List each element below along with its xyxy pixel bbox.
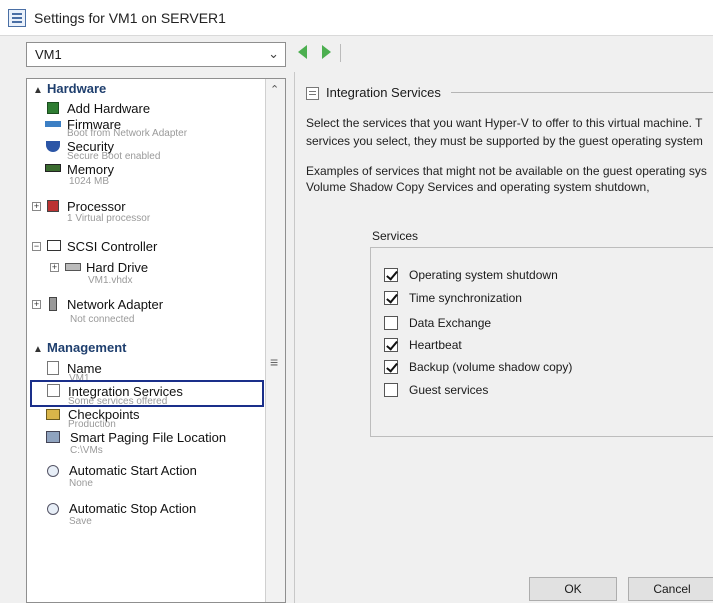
processor-icon <box>47 200 59 212</box>
expand-icon[interactable]: + <box>50 263 59 272</box>
integration-services-icon <box>306 87 319 100</box>
hard-drive-icon <box>65 263 81 271</box>
checkbox[interactable] <box>384 316 398 330</box>
tree-scrollbar[interactable]: ⌃ ≡ <box>265 79 285 602</box>
examples-line-2: Volume Shadow Copy Services and operatin… <box>306 180 650 194</box>
shield-icon <box>46 141 60 152</box>
vm-selector-value: VM1 <box>35 47 62 62</box>
checkpoints-icon <box>46 409 60 420</box>
collapse-icon: ▲ <box>33 85 43 96</box>
chevron-down-icon: ⌄ <box>268 46 279 61</box>
checkbox[interactable] <box>384 338 398 352</box>
settings-tree: ▲ Hardware Add Hardware Firmware Boot fro… <box>26 78 286 603</box>
name-icon <box>47 361 59 375</box>
vm-selector-dropdown[interactable]: VM1 ⌄ <box>26 42 286 67</box>
back-arrow-icon[interactable] <box>298 45 307 59</box>
smart-paging-icon <box>46 431 60 443</box>
forward-arrow-icon[interactable] <box>322 45 331 59</box>
description-line-2: services you select, they must be suppor… <box>306 134 703 148</box>
automatic-stop-icon <box>47 503 59 515</box>
window-title: Settings for VM1 on SERVER1 <box>34 10 226 26</box>
scsi-controller-icon <box>47 240 61 251</box>
checkbox[interactable] <box>384 268 398 282</box>
title-bar: Settings for VM1 on SERVER1 <box>0 0 713 36</box>
collapse-icon[interactable]: − <box>32 242 41 251</box>
description-line-1: Select the services that you want Hyper-… <box>306 116 703 130</box>
automatic-start-icon <box>47 465 59 477</box>
integration-services-pane: Integration Services Select the services… <box>294 72 713 603</box>
checkbox[interactable] <box>384 360 398 374</box>
ok-button[interactable]: OK <box>529 577 617 601</box>
expand-icon[interactable]: + <box>32 300 41 309</box>
expand-icon[interactable]: + <box>32 202 41 211</box>
checkbox[interactable] <box>384 383 398 397</box>
network-adapter-icon <box>49 297 57 311</box>
add-hardware-icon <box>47 102 59 114</box>
toolbar-divider <box>340 44 341 62</box>
memory-icon <box>45 164 61 172</box>
cancel-button[interactable]: Cancel <box>628 577 713 601</box>
scroll-up-icon[interactable]: ⌃ <box>270 83 279 96</box>
hardware-section-header[interactable]: ▲ Hardware <box>33 81 106 96</box>
header-divider <box>451 92 713 93</box>
settings-icon <box>8 9 26 27</box>
collapse-icon: ▲ <box>33 344 43 355</box>
management-section-header[interactable]: ▲ Management <box>33 340 126 355</box>
pane-title: Integration Services <box>326 85 441 100</box>
scroll-grip-icon[interactable]: ≡ <box>270 355 278 369</box>
checkbox[interactable] <box>384 291 398 305</box>
firmware-icon <box>45 121 61 127</box>
integration-services-icon <box>47 384 60 397</box>
services-group-title: Services <box>372 229 419 243</box>
